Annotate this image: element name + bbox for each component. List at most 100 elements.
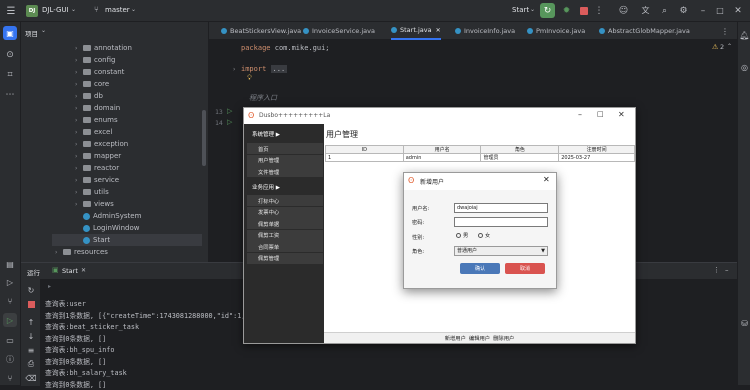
- close-icon[interactable]: ✕: [732, 4, 744, 17]
- sidebar-menu-item[interactable]: 文件管理: [247, 166, 323, 177]
- dialog-close-icon[interactable]: ✕: [543, 175, 550, 184]
- warning-nav-icon[interactable]: ⌃: [727, 43, 732, 50]
- tree-item-annotation[interactable]: ›annotation: [75, 42, 132, 54]
- main-menu-icon[interactable]: ☰: [4, 4, 18, 18]
- app-close-icon[interactable]: ✕: [618, 110, 625, 119]
- tree-item-mapper[interactable]: ›mapper: [75, 150, 121, 162]
- soft-wrap-icon[interactable]: ≡: [25, 344, 37, 356]
- chevron-right-icon[interactable]: ›: [55, 249, 63, 256]
- edit-user-button[interactable]: 编辑用户: [469, 334, 490, 342]
- scroll-up-icon[interactable]: ↑: [25, 316, 37, 328]
- sidebar-menu-item[interactable]: 用户管理: [247, 155, 323, 166]
- tab-close-icon[interactable]: ✕: [436, 27, 441, 34]
- run-panel-minimize-icon[interactable]: –: [725, 266, 729, 274]
- table-header-cell[interactable]: 用户名: [403, 146, 481, 154]
- intention-bulb-icon[interactable]: 💡︎: [247, 74, 252, 83]
- sidebar-menu-item[interactable]: 打标中心: [247, 195, 323, 206]
- tree-item-reactor[interactable]: ›reactor: [75, 162, 119, 174]
- delete-user-button[interactable]: 删除用户: [493, 334, 514, 342]
- chevron-right-icon[interactable]: ›: [75, 153, 83, 160]
- gender-female-radio[interactable]: 女: [478, 232, 490, 239]
- sidebar-menu-item[interactable]: 首页: [247, 143, 323, 154]
- tab-invoiceinfo[interactable]: InvoiceInfo.java: [455, 22, 515, 40]
- minimize-icon[interactable]: –: [697, 4, 709, 17]
- run-gutter-icon[interactable]: ▷: [227, 107, 232, 115]
- run-tool-icon[interactable]: ▷: [3, 275, 17, 289]
- project-name[interactable]: DJL-GUI: [42, 6, 69, 14]
- tab-start[interactable]: Start.java✕: [391, 22, 441, 40]
- project-dropdown-icon[interactable]: ⌄: [71, 6, 76, 13]
- table-header-cell[interactable]: ID: [326, 146, 404, 154]
- project-panel-dropdown-icon[interactable]: ⌄: [41, 27, 46, 34]
- database-icon[interactable]: ⛁: [739, 318, 750, 329]
- menu-group-system[interactable]: 系统管理 ▶: [252, 130, 280, 138]
- tab-beatstickersview[interactable]: BeatStickersView.java: [221, 22, 301, 40]
- stop-icon[interactable]: [25, 298, 37, 310]
- add-user-icon[interactable]: ☺: [617, 4, 630, 17]
- maximize-icon[interactable]: □: [714, 4, 726, 17]
- console-output[interactable]: 查询表:user查询到1条数据, [{"createTime":17430812…: [45, 298, 249, 390]
- chevron-right-icon[interactable]: ›: [75, 165, 83, 172]
- sidebar-menu-item[interactable]: 合同票单: [247, 241, 323, 252]
- role-select[interactable]: 普通用户 ▼: [454, 246, 548, 256]
- app-minimize-icon[interactable]: –: [578, 110, 582, 119]
- git-tool-icon[interactable]: ⑂: [3, 294, 17, 308]
- rerun-icon[interactable]: ↻: [25, 284, 37, 296]
- tab-pminvoice[interactable]: PmInvoice.java: [527, 22, 585, 40]
- chevron-right-icon[interactable]: ›: [75, 57, 83, 64]
- chevron-right-icon[interactable]: ›: [75, 129, 83, 136]
- chevron-right-icon[interactable]: ›: [75, 93, 83, 100]
- tab-overflow-icon[interactable]: ⋮: [719, 25, 731, 37]
- tree-item-config[interactable]: ›config: [75, 54, 115, 66]
- project-tool-icon[interactable]: ▣: [3, 26, 17, 40]
- translate-icon[interactable]: 文: [639, 4, 652, 17]
- stop-icon[interactable]: [577, 4, 590, 17]
- scroll-down-icon[interactable]: ↓: [25, 330, 37, 342]
- run-panel-more-icon[interactable]: ⋮: [713, 266, 720, 274]
- tree-item-adminsystem[interactable]: AdminSystem: [83, 210, 141, 222]
- problems-tool-icon[interactable]: ⓘ: [3, 352, 17, 366]
- tab-invoiceservice[interactable]: InvoiceService.java: [303, 22, 375, 40]
- commit-tool-icon[interactable]: ⊙: [3, 48, 17, 62]
- cancel-button[interactable]: 取消: [505, 263, 545, 274]
- table-header-cell[interactable]: 注册时间: [559, 146, 635, 154]
- structure-tool-icon[interactable]: ⌗: [3, 68, 17, 82]
- clear-console-icon[interactable]: ⌫: [25, 372, 37, 384]
- tree-item-db[interactable]: ›db: [75, 90, 103, 102]
- run-config-dropdown-icon[interactable]: ⌄: [530, 6, 535, 13]
- password-field[interactable]: [454, 217, 548, 227]
- chevron-right-icon[interactable]: ›: [75, 201, 83, 208]
- tree-item-enums[interactable]: ›enums: [75, 114, 118, 126]
- project-scrollbar[interactable]: [202, 110, 206, 166]
- sidebar-menu-item[interactable]: 佩剪工资: [247, 230, 323, 241]
- tree-item-excel[interactable]: ›excel: [75, 126, 112, 138]
- tree-item-start[interactable]: Start: [52, 234, 202, 246]
- sidebar-menu-item[interactable]: 发票中心: [247, 207, 323, 218]
- app-maximize-icon[interactable]: □: [597, 110, 604, 118]
- chevron-right-icon[interactable]: ›: [75, 177, 83, 184]
- debug-icon[interactable]: ✹: [560, 4, 573, 17]
- chevron-right-icon[interactable]: ›: [75, 189, 83, 196]
- run-config-selector[interactable]: Start: [512, 6, 529, 14]
- tab-abstractglobmapper[interactable]: AbstractGlobMapper.java: [599, 22, 690, 40]
- tree-item-core[interactable]: ›core: [75, 78, 109, 90]
- tree-item-exception[interactable]: ›exception: [75, 138, 128, 150]
- print-icon[interactable]: ⎙: [25, 358, 37, 370]
- sidebar-menu-item[interactable]: 佩剪单据: [247, 218, 323, 229]
- chevron-right-icon[interactable]: ›: [75, 141, 83, 148]
- more-tools-icon[interactable]: ⋯: [3, 88, 17, 102]
- chevron-right-icon[interactable]: ›: [75, 117, 83, 124]
- chevron-right-icon[interactable]: ›: [75, 45, 83, 52]
- services-tool-icon[interactable]: ▤: [3, 257, 17, 271]
- run-tab-close-icon[interactable]: ✕: [81, 267, 86, 274]
- chevron-right-icon[interactable]: ›: [75, 105, 83, 112]
- settings-gear-icon[interactable]: ⚙: [677, 4, 690, 17]
- confirm-button[interactable]: 确认: [460, 263, 500, 274]
- gender-male-radio[interactable]: 男: [456, 232, 468, 239]
- ai-assistant-icon[interactable]: ◎: [739, 62, 750, 73]
- chevron-right-icon[interactable]: ›: [75, 69, 83, 76]
- table-header-cell[interactable]: 角色: [481, 146, 559, 154]
- tree-item-constant[interactable]: ›constant: [75, 66, 124, 78]
- tree-item-views[interactable]: ›views: [75, 198, 114, 210]
- more-actions-icon[interactable]: ⋮: [593, 4, 605, 17]
